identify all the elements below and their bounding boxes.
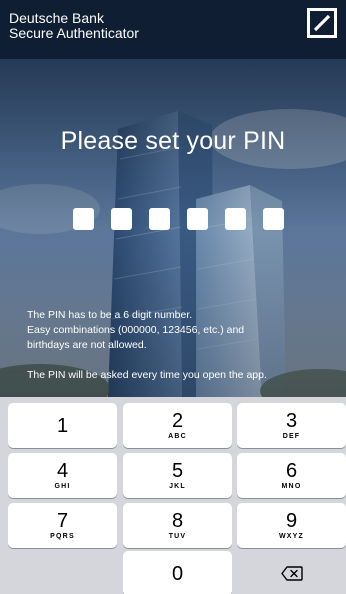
key-number: 0 bbox=[171, 562, 184, 585]
key-number: 7 bbox=[56, 510, 69, 532]
key-2[interactable]: 2 ABC bbox=[123, 403, 232, 448]
key-number: 5 bbox=[171, 460, 184, 482]
key-letters: DEF bbox=[282, 433, 301, 440]
key-letters: MNO bbox=[281, 483, 302, 490]
pin-digit-box bbox=[187, 208, 208, 230]
app-screen: Deutsche Bank Secure Authenticator Pleas… bbox=[0, 0, 346, 594]
info-line: birthdays are not allowed. bbox=[27, 339, 147, 351]
key-letters: JKL bbox=[169, 483, 186, 490]
key-number: 3 bbox=[285, 410, 298, 432]
key-8[interactable]: 8 TUV bbox=[123, 503, 232, 548]
key-3[interactable]: 3 DEF bbox=[237, 403, 346, 448]
key-number: 1 bbox=[56, 414, 69, 437]
pin-digit-box bbox=[111, 208, 132, 230]
pin-digit-box bbox=[225, 208, 246, 230]
key-number: 9 bbox=[285, 510, 298, 532]
key-7[interactable]: 7 PQRS bbox=[8, 503, 117, 548]
key-1[interactable]: 1 bbox=[8, 403, 117, 448]
app-header: Deutsche Bank Secure Authenticator bbox=[0, 0, 346, 59]
info-line: Easy combinations (000000, 123456, etc.)… bbox=[27, 324, 245, 336]
key-5[interactable]: 5 JKL bbox=[123, 453, 232, 498]
pin-input[interactable] bbox=[73, 208, 284, 230]
brand-line-2: Secure Authenticator bbox=[9, 25, 139, 41]
pin-instructions: The PIN has to be a 6 digit number. Easy… bbox=[27, 308, 337, 383]
page-title: Please set your PIN bbox=[60, 127, 286, 155]
key-letters: GHI bbox=[54, 483, 71, 490]
numeric-keypad: 1 2 ABC 3 DEF 4 GHI 5 JKL 6 MNO 7 PQRS 8… bbox=[0, 397, 346, 594]
key-0[interactable]: 0 bbox=[123, 551, 232, 594]
pin-digit-box bbox=[149, 208, 170, 230]
delete-button[interactable] bbox=[237, 551, 346, 594]
backspace-icon bbox=[280, 566, 303, 581]
info-line: The PIN has to be a 6 digit number. bbox=[27, 309, 193, 321]
info-line: The PIN will be asked every time you ope… bbox=[27, 369, 267, 381]
key-letters: ABC bbox=[168, 433, 187, 440]
key-9[interactable]: 9 WXYZ bbox=[237, 503, 346, 548]
background-photo: Please set your PIN The PIN has to be a … bbox=[0, 59, 346, 397]
keypad-empty-slot bbox=[8, 551, 117, 594]
key-letters: PQRS bbox=[50, 533, 75, 540]
key-4[interactable]: 4 GHI bbox=[8, 453, 117, 498]
key-number: 6 bbox=[285, 460, 298, 482]
brand-name: Deutsche Bank Secure Authenticator bbox=[9, 11, 139, 41]
key-number: 8 bbox=[171, 510, 184, 532]
key-letters: TUV bbox=[168, 533, 187, 540]
key-letters: WXYZ bbox=[278, 533, 305, 540]
key-number: 2 bbox=[171, 410, 184, 432]
deutsche-bank-logo-icon bbox=[307, 8, 337, 38]
key-6[interactable]: 6 MNO bbox=[237, 453, 346, 498]
brand-line-1: Deutsche Bank bbox=[9, 10, 104, 26]
pin-digit-box bbox=[263, 208, 284, 230]
key-number: 4 bbox=[56, 460, 69, 482]
pin-digit-box bbox=[73, 208, 94, 230]
